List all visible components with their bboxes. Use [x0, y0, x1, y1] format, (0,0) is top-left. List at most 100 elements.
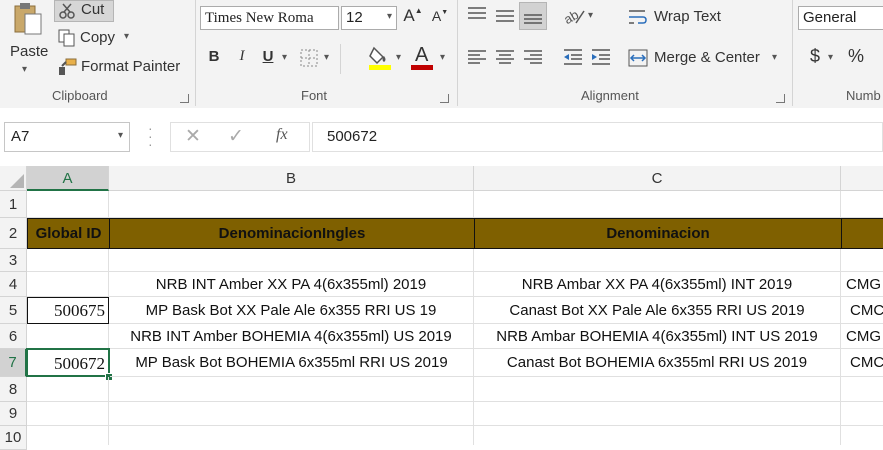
table-cell[interactable]: NRB INT Amber XX PA 4(6x355ml) 2019 — [109, 272, 474, 297]
cut-button[interactable]: Cut — [54, 0, 114, 22]
clipboard-launcher-icon[interactable] — [180, 94, 189, 103]
grid-cell[interactable] — [27, 377, 109, 402]
increase-indent-icon[interactable] — [590, 48, 612, 66]
align-middle-icon[interactable] — [494, 6, 516, 24]
cancel-icon[interactable]: ✕ — [185, 125, 201, 148]
table-cell[interactable]: CMG — [841, 272, 883, 297]
header-cell-denominacion[interactable]: Denominacion — [474, 218, 842, 249]
align-top-icon[interactable] — [466, 6, 488, 24]
grow-font-button[interactable]: A▲ — [402, 6, 424, 30]
group-divider — [457, 0, 458, 106]
table-cell[interactable]: NRB Ambar XX PA 4(6x355ml) INT 2019 — [474, 272, 841, 297]
grid-cell[interactable] — [474, 191, 841, 218]
table-cell[interactable]: NRB INT Amber BOHEMIA 4(6x355ml) US 2019 — [109, 324, 474, 349]
number-format-dropdown[interactable]: General — [798, 6, 883, 30]
grid-cell[interactable] — [474, 426, 841, 445]
align-bottom-button[interactable] — [519, 2, 547, 30]
column-header-c[interactable]: C — [474, 166, 841, 191]
currency-button[interactable]: $ — [806, 46, 824, 68]
grid-cell[interactable] — [474, 377, 841, 402]
align-center-icon[interactable] — [494, 48, 516, 66]
wrap-text-icon — [629, 10, 647, 24]
merge-center-button[interactable]: Merge & Center ▾ — [626, 46, 786, 70]
grid-cell[interactable] — [109, 249, 474, 272]
font-color-swatch — [411, 65, 433, 70]
grid-cell[interactable] — [27, 402, 109, 426]
row-header[interactable]: 6 — [0, 324, 27, 349]
grid-cell[interactable] — [27, 324, 109, 349]
italic-button[interactable]: I — [232, 48, 252, 70]
table-cell[interactable]: MP Bask Bot XX Pale Ale 6x355 RRI US 19 — [109, 297, 474, 324]
row-header[interactable]: 9 — [0, 402, 27, 426]
row-header[interactable]: 5 — [0, 297, 27, 324]
enter-icon[interactable]: ✓ — [228, 125, 244, 148]
alignment-group-label: Alignment — [581, 88, 639, 103]
merge-center-label: Merge & Center — [654, 49, 760, 66]
grid-cell[interactable] — [841, 191, 883, 218]
grid-cell[interactable] — [109, 191, 474, 218]
font-size-dropdown[interactable]: 12 ▾ — [341, 6, 397, 30]
percent-icon: % — [847, 46, 864, 66]
align-right-icon[interactable] — [522, 48, 544, 66]
grid-cell[interactable] — [841, 402, 883, 426]
grid-cell[interactable] — [841, 377, 883, 402]
font-name-dropdown[interactable]: Times New Roma — [200, 6, 339, 30]
copy-button[interactable]: Copy ▾ — [54, 27, 144, 49]
table-cell[interactable]: CMC — [841, 349, 883, 377]
row-header[interactable]: 4 — [0, 272, 27, 297]
table-cell[interactable]: NRB Ambar BOHEMIA 4(6x355ml) INT US 2019 — [474, 324, 841, 349]
grid-cell[interactable] — [109, 426, 474, 445]
grid-cell[interactable] — [27, 272, 109, 297]
paste-button[interactable]: Paste ▾ — [4, 0, 50, 90]
selected-cell-a7[interactable]: 500672 — [26, 348, 110, 377]
row-header[interactable]: 3 — [0, 249, 27, 272]
grid-cell[interactable] — [841, 249, 883, 272]
row-header[interactable]: 1 — [0, 191, 27, 218]
grid-cell[interactable] — [27, 249, 109, 272]
grid-cell[interactable] — [27, 191, 109, 218]
bold-button[interactable]: B — [204, 48, 224, 70]
alignment-launcher-icon[interactable] — [776, 94, 785, 103]
row-header[interactable]: 8 — [0, 377, 27, 402]
select-all-corner[interactable] — [0, 166, 27, 191]
header-cell-global-id[interactable]: Global ID — [27, 218, 110, 249]
grid-cell[interactable] — [474, 249, 841, 272]
grid-cell[interactable] — [109, 402, 474, 426]
table-cell[interactable]: CMC — [841, 297, 883, 324]
row-number: 5 — [8, 302, 18, 319]
name-box[interactable]: A7 ▾ — [4, 122, 130, 152]
percent-button[interactable]: % — [846, 46, 866, 68]
orientation-icon[interactable]: ab — [562, 5, 586, 25]
font-color-button[interactable]: A — [410, 44, 436, 70]
table-cell[interactable]: CMG — [841, 324, 883, 349]
format-painter-button[interactable]: Format Painter — [54, 56, 186, 78]
row-header[interactable]: 10 — [0, 426, 27, 450]
row-header[interactable]: 2 — [0, 218, 27, 249]
column-header-b[interactable]: B — [109, 166, 474, 191]
row-header[interactable]: 7 — [0, 349, 27, 377]
wrap-text-button[interactable]: Wrap Text — [626, 6, 726, 28]
underline-button[interactable]: U — [258, 48, 278, 70]
header-cell-d[interactable] — [841, 218, 883, 249]
formula-input[interactable]: 500672 — [312, 122, 883, 152]
column-header-d[interactable] — [841, 166, 883, 191]
borders-icon[interactable] — [300, 49, 318, 67]
align-left-icon[interactable] — [466, 48, 488, 66]
name-box-value: A7 — [11, 128, 30, 145]
cell-text: NRB Ambar BOHEMIA 4(6x355ml) INT US 2019 — [496, 328, 818, 345]
shrink-font-button[interactable]: A▼ — [430, 8, 450, 32]
fill-color-icon[interactable] — [368, 44, 392, 70]
grid-cell[interactable] — [841, 426, 883, 445]
grid-cell[interactable] — [109, 377, 474, 402]
table-cell[interactable]: Canast Bot BOHEMIA 6x355ml RRI US 2019 — [474, 349, 841, 377]
font-launcher-icon[interactable] — [440, 94, 449, 103]
grid-cell[interactable] — [474, 402, 841, 426]
decrease-indent-icon[interactable] — [562, 48, 584, 66]
table-cell[interactable]: Canast Bot XX Pale Ale 6x355 RRI US 2019 — [474, 297, 841, 324]
header-cell-denominacion-ingles[interactable]: DenominacionIngles — [109, 218, 475, 249]
table-cell[interactable]: 500675 — [27, 297, 109, 324]
column-header-a[interactable]: A — [27, 166, 109, 191]
insert-function-icon[interactable]: fx — [276, 126, 288, 144]
table-cell[interactable]: MP Bask Bot BOHEMIA 6x355ml RRI US 2019 — [110, 349, 474, 377]
grid-cell[interactable] — [27, 426, 109, 445]
